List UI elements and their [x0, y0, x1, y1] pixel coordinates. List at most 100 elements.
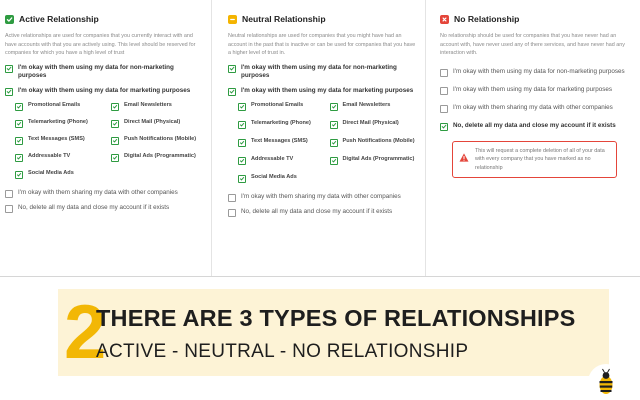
channel-push-notifications[interactable]: Push Notifications (Mobile) [111, 136, 203, 145]
checkbox-checked[interactable] [111, 136, 119, 145]
checkbox-checked[interactable] [238, 102, 246, 111]
active-non-marketing-option[interactable]: I'm okay with them using my data for non… [5, 64, 203, 81]
channel-promotional-emails[interactable]: Promotional Emails [15, 102, 107, 111]
checkbox-checked[interactable] [15, 170, 23, 179]
checkbox-checked[interactable] [238, 138, 246, 147]
neutral-relationship-column: Neutral Relationship Neutral relationshi… [212, 0, 425, 276]
channel-label: Social Media Ads [28, 169, 74, 176]
option-label: No, delete all my data and close my acco… [241, 207, 393, 215]
option-label: No, delete all my data and close my acco… [453, 121, 616, 129]
checkbox-unchecked[interactable] [228, 193, 236, 202]
checkbox-checked[interactable] [15, 102, 23, 111]
checkbox-checked[interactable] [228, 64, 236, 73]
channel-label: Text Messages (SMS) [28, 135, 85, 142]
option-label: I'm okay with them using my data for mar… [241, 86, 414, 94]
checkbox-checked[interactable] [111, 102, 119, 111]
checkbox-unchecked[interactable] [440, 104, 448, 113]
channel-label: Email Newsletters [124, 101, 172, 108]
banner-subtitle: ACTIVE - NEUTRAL - NO RELATIONSHIP [96, 341, 469, 362]
channel-promotional-emails[interactable]: Promotional Emails [238, 102, 326, 111]
checkbox-checked[interactable] [5, 87, 13, 96]
checkbox-unchecked[interactable] [228, 208, 236, 217]
checkbox-unchecked[interactable] [5, 204, 13, 213]
active-share-option[interactable]: I'm okay with them sharing my data with … [5, 189, 203, 198]
checkbox-unchecked[interactable] [440, 68, 448, 77]
checkbox-unchecked[interactable] [440, 86, 448, 95]
deletion-warning: This will request a complete deletion of… [452, 140, 617, 178]
check-icon [5, 14, 14, 24]
channel-email-newsletters[interactable]: Email Newsletters [111, 102, 203, 111]
checkbox-checked[interactable] [329, 102, 338, 111]
none-marketing-option[interactable]: I'm okay with them using my data for mar… [440, 86, 632, 95]
channel-text-messages[interactable]: Text Messages (SMS) [238, 138, 326, 147]
channel-addressable-tv[interactable]: Addressable TV [15, 153, 107, 162]
channel-text-messages[interactable]: Text Messages (SMS) [15, 136, 107, 145]
channel-label: Promotional Emails [28, 101, 81, 108]
checkbox-checked[interactable] [329, 156, 338, 165]
channel-social-media-ads[interactable]: Social Media Ads [15, 170, 107, 179]
banner-title: THERE ARE 3 TYPES OF RELATIONSHIPS [96, 305, 576, 331]
neutral-relationship-title: Neutral Relationship [242, 14, 326, 24]
channel-label: Direct Mail (Physical) [124, 118, 181, 125]
none-non-marketing-option[interactable]: I'm okay with them using my data for non… [440, 68, 632, 77]
neutral-share-option[interactable]: I'm okay with them sharing my data with … [228, 193, 417, 202]
channel-telemarketing[interactable]: Telemarketing (Phone) [15, 119, 107, 128]
checkbox-checked[interactable] [111, 119, 119, 128]
minus-icon [228, 14, 237, 24]
option-label: I'm okay with them sharing my data with … [18, 188, 178, 196]
checkbox-checked[interactable] [238, 156, 246, 165]
no-relationship-header[interactable]: No Relationship [440, 12, 632, 26]
checkbox-checked[interactable] [238, 174, 246, 183]
option-label: I'm okay with them sharing my data with … [241, 192, 401, 200]
channel-label: Email Newsletters [342, 101, 391, 108]
checkbox-checked[interactable] [5, 64, 13, 73]
channel-digital-ads[interactable]: Digital Ads (Programmatic) [111, 153, 203, 162]
active-marketing-channels: Promotional Emails Email Newsletters Tel… [5, 102, 203, 179]
channel-digital-ads[interactable]: Digital Ads (Programmatic) [329, 155, 418, 165]
neutral-marketing-option[interactable]: I'm okay with them using my data for mar… [228, 87, 417, 96]
feature-banner: 2 THERE ARE 3 TYPES OF RELATIONSHIPS ACT… [58, 289, 609, 376]
option-label: I'm okay with them using my data for non… [18, 63, 174, 80]
active-marketing-option[interactable]: I'm okay with them using my data for mar… [5, 87, 203, 96]
channel-label: Push Notifications (Mobile) [342, 137, 415, 144]
neutral-relationship-description: Neutral relationships are used for compa… [228, 33, 416, 57]
checkbox-checked[interactable] [329, 120, 338, 129]
option-label: I'm okay with them sharing my data with … [453, 103, 613, 111]
active-relationship-title: Active Relationship [19, 14, 99, 24]
channel-email-newsletters[interactable]: Email Newsletters [329, 101, 418, 111]
channel-social-media-ads[interactable]: Social Media Ads [238, 174, 326, 183]
no-relationship-column: No Relationship No relationship should b… [426, 0, 640, 276]
neutral-relationship-header[interactable]: Neutral Relationship [228, 12, 417, 26]
bee-icon [588, 364, 624, 400]
channel-addressable-tv[interactable]: Addressable TV [238, 156, 326, 165]
active-delete-option[interactable]: No, delete all my data and close my acco… [5, 204, 203, 213]
active-relationship-column: Active Relationship Active relationships… [0, 0, 211, 276]
checkbox-checked[interactable] [329, 138, 338, 147]
neutral-non-marketing-option[interactable]: I'm okay with them using my data for non… [228, 64, 417, 81]
channel-label: Addressable TV [28, 152, 71, 159]
checkbox-checked[interactable] [111, 153, 119, 162]
screenshot-bottom-border [0, 276, 640, 277]
active-relationship-header[interactable]: Active Relationship [5, 12, 203, 26]
checkbox-checked[interactable] [238, 120, 246, 129]
option-label: I'm okay with them using my data for mar… [453, 85, 613, 93]
checkbox-unchecked[interactable] [5, 189, 13, 198]
channel-direct-mail[interactable]: Direct Mail (Physical) [111, 119, 203, 128]
checkbox-checked[interactable] [15, 119, 23, 128]
active-relationship-description: Active relationships are used for compan… [5, 33, 196, 57]
channel-direct-mail[interactable]: Direct Mail (Physical) [329, 120, 418, 129]
channel-label: Digital Ads (Programmatic) [342, 155, 415, 162]
channel-telemarketing[interactable]: Telemarketing (Phone) [238, 120, 326, 129]
neutral-delete-option[interactable]: No, delete all my data and close my acco… [228, 208, 417, 217]
none-share-option[interactable]: I'm okay with them sharing my data with … [440, 104, 632, 113]
checkbox-checked[interactable] [228, 87, 236, 96]
checkbox-checked[interactable] [15, 136, 23, 145]
channel-push-notifications[interactable]: Push Notifications (Mobile) [329, 137, 418, 147]
none-delete-option[interactable]: No, delete all my data and close my acco… [440, 122, 632, 131]
x-icon [440, 14, 449, 24]
channel-label: Digital Ads (Programmatic) [124, 152, 196, 159]
checkbox-checked[interactable] [440, 122, 448, 131]
step-number: 2 [64, 290, 107, 375]
checkbox-checked[interactable] [15, 153, 23, 162]
channel-label: Telemarketing (Phone) [251, 119, 311, 126]
